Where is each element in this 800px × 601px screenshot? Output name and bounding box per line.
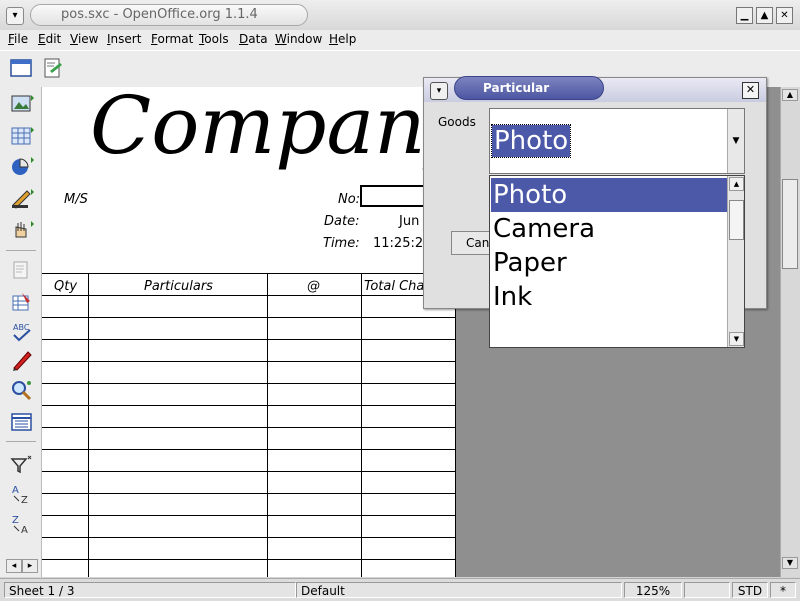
maximize-button[interactable]: ▲ xyxy=(756,7,773,24)
scroll-up-arrow[interactable]: ▲ xyxy=(782,89,798,101)
goods-dropdown-list: Photo Camera Paper Ink ▲ ▼ xyxy=(489,175,745,348)
list-option-paper[interactable]: Paper xyxy=(491,246,728,280)
menu-file[interactable]: File xyxy=(8,32,28,46)
combobox-value[interactable]: Photo xyxy=(490,124,572,158)
toolbar-separator xyxy=(6,250,36,251)
page-style: Default xyxy=(296,582,622,598)
modified-indicator: * xyxy=(770,582,796,598)
close-window-button[interactable]: ✕ xyxy=(776,7,793,24)
svg-text:ABC: ABC xyxy=(13,323,30,332)
company-heading: Company xyxy=(90,87,456,172)
spellcheck-icon[interactable]: ABC xyxy=(10,321,34,343)
autoformat-icon[interactable] xyxy=(10,291,34,313)
menu-data[interactable]: Data xyxy=(239,32,268,46)
toolbar-separator xyxy=(6,441,36,442)
insert-image-icon[interactable] xyxy=(10,93,34,115)
no-label: No: xyxy=(338,192,361,207)
scrollbar-thumb[interactable] xyxy=(782,179,798,269)
list-scroll-up-arrow[interactable]: ▲ xyxy=(729,177,744,191)
menu-edit[interactable]: Edit xyxy=(38,32,61,46)
sort-descending-icon[interactable]: ZA xyxy=(10,513,34,535)
vertical-scrollbar[interactable]: ▲ ▼ xyxy=(780,87,800,577)
svg-text:Z: Z xyxy=(21,495,28,505)
list-option-camera[interactable]: Camera xyxy=(491,212,728,246)
menu-bar: File Edit View Insert Format Tools Data … xyxy=(0,30,800,50)
sort-ascending-icon[interactable]: AZ xyxy=(10,483,34,505)
date-label: Date: xyxy=(324,214,360,229)
column-header-qty: Qty xyxy=(54,279,78,294)
edit-file-icon[interactable] xyxy=(42,57,64,79)
ms-label: M/S xyxy=(64,192,88,207)
autofilter-icon[interactable] xyxy=(10,453,34,475)
goods-combobox[interactable]: Photo ▼ xyxy=(489,108,745,174)
dialog-close-button[interactable]: ✕ xyxy=(742,82,759,99)
menu-insert[interactable]: Insert xyxy=(107,32,141,46)
list-scrollbar[interactable]: ▲ ▼ xyxy=(727,176,744,347)
window-menu-button[interactable]: ▾ xyxy=(6,7,24,25)
window-titlebar: ▾ pos.sxc - OpenOffice.org 1.1.4 ▁ ▲ ✕ xyxy=(0,0,800,31)
status-bar: Sheet 1 / 3 Default 125% STD * xyxy=(0,578,800,601)
time-label: Time: xyxy=(323,236,360,251)
items-table-grid xyxy=(42,273,456,577)
menu-window[interactable]: Window xyxy=(275,32,322,46)
menu-format[interactable]: Format xyxy=(151,32,193,46)
list-option-ink[interactable]: Ink xyxy=(491,280,728,314)
zoom-level[interactable]: 125% xyxy=(624,582,682,598)
svg-text:A: A xyxy=(21,525,28,535)
edit-doc-icon[interactable] xyxy=(10,259,34,281)
draw-functions-icon[interactable] xyxy=(10,187,34,209)
column-header-total: Total Cha xyxy=(364,279,425,294)
insert-chart-icon[interactable] xyxy=(10,155,34,177)
menu-help[interactable]: Help xyxy=(329,32,356,46)
time-value: 11:25:2 xyxy=(373,236,424,251)
dialog-menu-button[interactable]: ▾ xyxy=(430,82,448,100)
window-title: pos.sxc - OpenOffice.org 1.1.4 xyxy=(30,4,308,26)
spreadsheet-area[interactable]: Company M/S No: 0 Date: Jun Time: 11:25:… xyxy=(42,87,456,577)
goods-label: Goods xyxy=(438,115,476,129)
menu-tools[interactable]: Tools xyxy=(199,32,229,46)
combobox-dropdown-arrow[interactable]: ▼ xyxy=(727,109,744,173)
column-header-particulars: Particulars xyxy=(144,279,213,294)
date-value: Jun xyxy=(399,214,420,229)
form-controls-icon[interactable] xyxy=(10,219,34,241)
list-scrollbar-thumb[interactable] xyxy=(729,200,744,240)
scroll-left-arrow[interactable]: ◂ xyxy=(6,559,22,573)
pen-icon[interactable] xyxy=(10,349,34,371)
svg-text:A: A xyxy=(12,485,19,496)
insert-table-icon[interactable] xyxy=(10,125,34,147)
window-icon[interactable] xyxy=(10,57,32,79)
list-scroll-down-arrow[interactable]: ▼ xyxy=(729,332,744,346)
navigator-icon[interactable] xyxy=(10,411,34,433)
scroll-right-arrow[interactable]: ▸ xyxy=(22,559,38,573)
list-option-photo[interactable]: Photo xyxy=(491,178,728,212)
column-header-rate: @ xyxy=(307,279,320,294)
scroll-down-arrow[interactable]: ▼ xyxy=(782,557,798,569)
minimize-button[interactable]: ▁ xyxy=(736,7,753,24)
dialog-title: Particular xyxy=(454,76,604,100)
menu-view[interactable]: View xyxy=(70,32,98,46)
dialog-titlebar: ▾ Particular ✕ xyxy=(424,76,766,102)
left-toolbar: ABC AZ ZA ◂ ▸ xyxy=(0,87,42,577)
find-replace-icon[interactable] xyxy=(10,379,34,401)
selection-mode[interactable]: STD xyxy=(732,582,768,598)
svg-text:Z: Z xyxy=(12,515,19,526)
status-empty-field xyxy=(684,582,730,598)
sheet-indicator: Sheet 1 / 3 xyxy=(4,582,296,598)
